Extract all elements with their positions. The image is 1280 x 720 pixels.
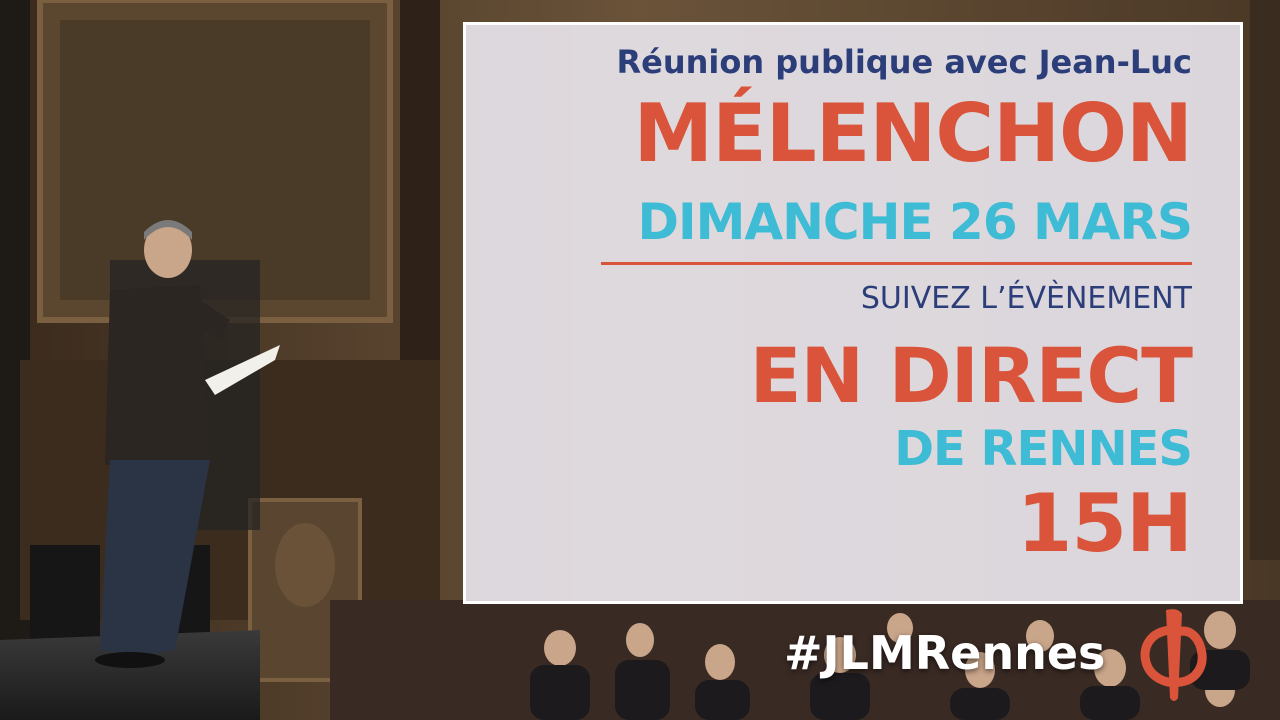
phi-logo-icon <box>1140 609 1207 701</box>
divider <box>601 262 1192 265</box>
follow-label: SUIVEZ L’ÉVÈNEMENT <box>860 281 1192 316</box>
event-time: 15H <box>1016 477 1193 570</box>
event-date: DIMANCHE 26 MARS <box>637 193 1193 251</box>
hashtag-label: #JLMRennes <box>784 626 1106 680</box>
event-location: DE RENNES <box>894 421 1193 477</box>
live-label: EN DIRECT <box>749 331 1193 420</box>
speaker-name: MÉLENCHON <box>633 87 1193 180</box>
event-subtitle: Réunion publique avec Jean-Luc <box>616 43 1192 81</box>
event-info-panel: Réunion publique avec Jean-Luc MÉLENCHON… <box>463 22 1243 604</box>
